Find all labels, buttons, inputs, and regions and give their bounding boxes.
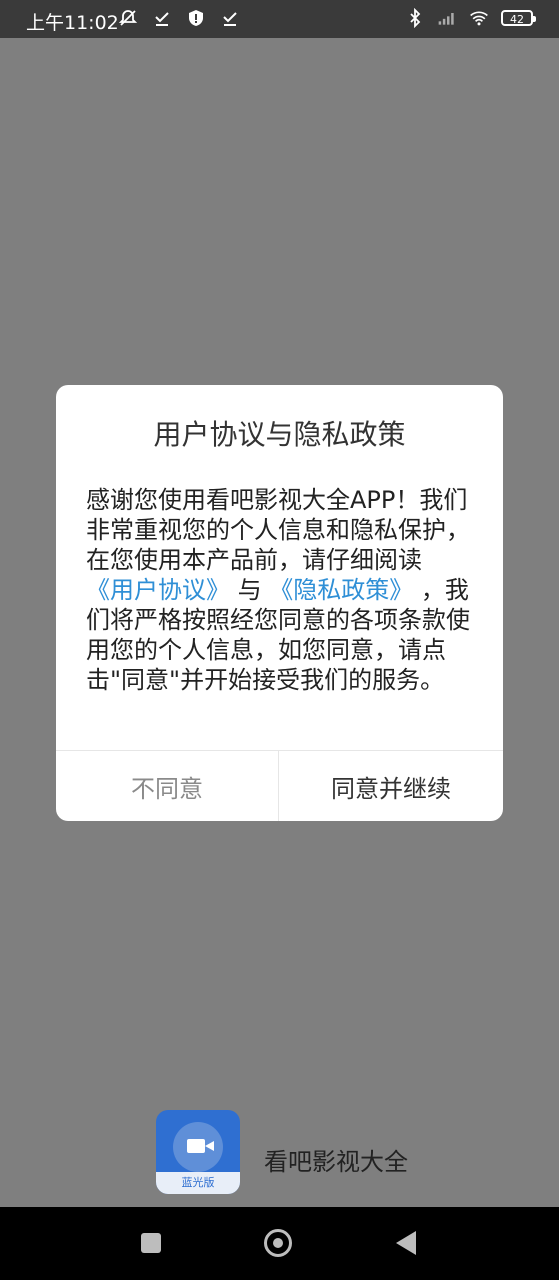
- dialog-body: 感谢您使用看吧影视大全APP！我们非常重视您的个人信息和隐私保护，在您使用本产品…: [86, 485, 473, 695]
- logo-badge: 蓝光版: [156, 1172, 240, 1194]
- home-icon[interactable]: [264, 1229, 292, 1257]
- recents-icon[interactable]: [141, 1233, 161, 1253]
- signal-icon: [438, 13, 454, 25]
- video-camera-icon: [187, 1139, 214, 1153]
- privacy-dialog: 用户协议与隐私政策 感谢您使用看吧影视大全APP！我们非常重视您的个人信息和隐私…: [56, 385, 503, 821]
- user-agreement-link[interactable]: 《用户协议》: [86, 576, 230, 604]
- status-right-icons: 42: [405, 8, 536, 28]
- status-time: 上午11:02: [26, 12, 119, 34]
- check-icon: [155, 12, 169, 26]
- status-left-icons: [118, 8, 240, 28]
- dialog-body-text: 感谢您使用看吧影视大全APP！我们非常重视您的个人信息和隐私保护，在您使用本产品…: [86, 486, 470, 574]
- wifi-icon: [470, 11, 488, 26]
- check-icon: [223, 12, 237, 26]
- app-logo: 蓝光版: [156, 1110, 240, 1194]
- bluetooth-icon: [410, 8, 421, 28]
- battery-icon: 42: [501, 10, 536, 26]
- mute-icon: [118, 10, 138, 26]
- app-name: 看吧影视大全: [264, 1148, 408, 1176]
- decline-button[interactable]: 不同意: [56, 751, 278, 821]
- status-bar: 上午11:02 42: [0, 0, 559, 38]
- privacy-policy-link[interactable]: 《隐私政策》: [269, 576, 413, 604]
- shield-icon: [189, 10, 203, 26]
- dialog-connector: 与: [237, 576, 262, 604]
- back-icon[interactable]: [396, 1231, 416, 1255]
- accept-button[interactable]: 同意并继续: [279, 751, 503, 821]
- dialog-title: 用户协议与隐私政策: [153, 418, 406, 451]
- navigation-bar: [0, 1207, 559, 1280]
